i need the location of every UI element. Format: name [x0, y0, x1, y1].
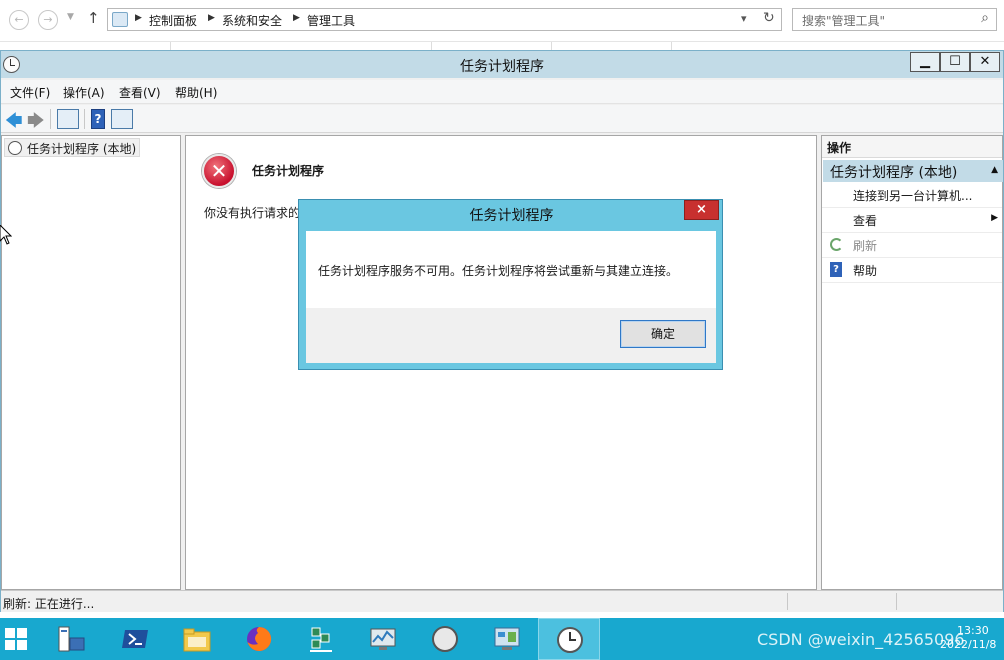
dialog-message: 任务计划程序服务不可用。任务计划程序将尝试重新与其建立连接。 — [318, 264, 679, 278]
breadcrumb-separator-icon[interactable]: ▶ — [135, 13, 142, 23]
menu-file[interactable]: 文件(F) — [10, 84, 50, 101]
folder-icon — [183, 628, 211, 652]
forward-arrow-icon[interactable]: 🡆 — [27, 108, 45, 137]
breadcrumb-system-security[interactable]: 系统和安全 — [222, 12, 282, 29]
back-arrow-icon[interactable]: 🡄 — [5, 108, 23, 137]
action-help-label: 帮助 — [853, 264, 878, 278]
menu-help[interactable]: 帮助(H) — [175, 84, 217, 101]
error-icon: ✕ — [202, 154, 236, 188]
dialog-close-button[interactable]: × — [684, 200, 719, 220]
taskbar-file-explorer[interactable] — [166, 618, 228, 660]
action-refresh-label: 刷新 — [853, 239, 878, 253]
recent-locations-chevron-icon[interactable]: ▼ — [67, 12, 74, 22]
clock-date[interactable]: 2022/11/8 — [940, 638, 996, 651]
window-title: 任务计划程序 — [460, 59, 544, 75]
firefox-icon — [247, 626, 272, 651]
dialog-footer: 确定 — [306, 308, 716, 363]
maximize-button[interactable]: ☐ — [940, 52, 970, 72]
actions-pane: 操作 任务计划程序 (本地) ▲ 连接到另一台计算机... 查看 ▶ 刷新 ? … — [821, 135, 1003, 590]
title-bar[interactable]: 任务计划程序 ▁ ☐ ✕ — [1, 51, 1003, 78]
taskbar-firefox[interactable] — [228, 618, 290, 660]
error-dialog: 任务计划程序 × 任务计划程序服务不可用。任务计划程序将尝试重新与其建立连接。 … — [298, 199, 723, 370]
minimize-button[interactable]: ▁ — [910, 52, 940, 72]
taskbar-compass-app[interactable] — [414, 618, 476, 660]
action-view-label: 查看 — [853, 214, 878, 228]
help-icon: ? — [830, 262, 842, 277]
breadcrumb-admin-tools[interactable]: 管理工具 — [307, 12, 355, 29]
tree-item-label: 任务计划程序 (本地) — [27, 142, 137, 156]
status-divider — [896, 593, 897, 610]
network-cubes-icon — [310, 627, 332, 652]
clock-time[interactable]: 13:30 — [957, 624, 989, 637]
menu-bar: 文件(F) 操作(A) 查看(V) 帮助(H) — [1, 80, 1003, 104]
submenu-arrow-icon: ▶ — [991, 213, 998, 223]
refresh-icon[interactable]: ↻ — [763, 10, 775, 26]
taskbar-performance-monitor[interactable] — [352, 618, 414, 660]
watermark-text: CSDN @weixin_42565096 — [757, 630, 965, 649]
address-dropdown-icon[interactable]: ▾ — [741, 12, 747, 25]
powershell-icon — [122, 630, 148, 648]
refresh-icon — [830, 238, 843, 251]
breadcrumb-separator-icon[interactable]: ▶ — [293, 13, 300, 23]
action-help[interactable]: ? 帮助 — [822, 258, 1002, 283]
performance-monitor-icon — [370, 628, 396, 650]
menu-view[interactable]: 查看(V) — [119, 84, 161, 101]
address-input[interactable]: ▶ 控制面板 ▶ 系统和安全 ▶ 管理工具 ▾ ↻ — [107, 8, 782, 31]
explorer-address-bar: ← → ▼ ↑ ▶ 控制面板 ▶ 系统和安全 ▶ 管理工具 ▾ ↻ 搜索"管理工… — [0, 0, 1004, 42]
action-refresh: 刷新 — [822, 233, 1002, 258]
status-bar: 刷新: 正在进行... — [1, 590, 1003, 612]
column-header-strip — [170, 42, 750, 50]
taskbar-server-manager[interactable] — [40, 618, 102, 660]
search-icon[interactable]: ⌕ — [981, 10, 989, 26]
search-placeholder: 搜索"管理工具" — [802, 14, 886, 28]
breadcrumb-control-panel[interactable]: 控制面板 — [149, 12, 197, 29]
toolbar: 🡄 🡆 ? — [1, 105, 1003, 133]
status-text: 刷新: 正在进行... — [3, 597, 95, 611]
status-divider — [787, 593, 788, 610]
actions-group-label: 任务计划程序 (本地) — [830, 165, 958, 181]
server-manager-icon — [58, 626, 85, 652]
toolbar-separator — [84, 109, 85, 129]
up-arrow-icon[interactable]: ↑ — [87, 9, 100, 27]
mouse-cursor-icon — [0, 225, 12, 245]
error-message: 你没有执行请求的 — [204, 206, 301, 220]
breadcrumb-separator-icon[interactable]: ▶ — [208, 13, 215, 23]
dialog-title: 任务计划程序 — [469, 208, 554, 224]
show-hide-action-pane-icon[interactable] — [111, 109, 133, 129]
tree-item-task-scheduler-local[interactable]: 任务计划程序 (本地) — [4, 138, 141, 157]
ok-button[interactable]: 确定 — [620, 320, 706, 348]
action-connect-another-computer[interactable]: 连接到另一台计算机... — [822, 183, 1002, 208]
start-button[interactable] — [0, 618, 36, 660]
close-button[interactable]: ✕ — [970, 52, 1000, 72]
forward-icon[interactable]: → — [38, 10, 58, 30]
actions-header: 操作 — [822, 136, 1002, 158]
windows-logo-icon — [5, 628, 27, 650]
clock-icon — [8, 141, 22, 155]
taskbar-network-app[interactable] — [290, 618, 352, 660]
menu-action[interactable]: 操作(A) — [63, 84, 105, 101]
dialog-body: 任务计划程序服务不可用。任务计划程序将尝试重新与其建立连接。 — [306, 231, 716, 308]
taskbar-control-panel[interactable] — [476, 618, 538, 660]
taskbar-task-scheduler[interactable] — [538, 618, 600, 660]
toolbar-separator — [50, 109, 51, 129]
taskbar: CSDN @weixin_42565096 13:30 2022/11/8 — [0, 618, 1004, 660]
compass-icon — [432, 626, 458, 652]
show-hide-console-tree-icon[interactable] — [57, 109, 79, 129]
help-icon[interactable]: ? — [91, 109, 105, 129]
clock-icon — [557, 627, 583, 653]
back-icon[interactable]: ← — [9, 10, 29, 30]
console-tree-pane: 任务计划程序 (本地) — [1, 135, 181, 590]
search-input[interactable]: 搜索"管理工具" ⌕ — [792, 8, 997, 31]
actions-group-task-scheduler-local[interactable]: 任务计划程序 (本地) ▲ — [823, 160, 1003, 182]
control-panel-icon — [112, 12, 128, 27]
control-panel-icon — [494, 627, 520, 650]
collapse-triangle-icon[interactable]: ▲ — [991, 165, 998, 175]
action-view[interactable]: 查看 ▶ — [822, 208, 1002, 233]
error-heading: 任务计划程序 — [252, 164, 325, 178]
taskbar-powershell[interactable] — [104, 618, 166, 660]
